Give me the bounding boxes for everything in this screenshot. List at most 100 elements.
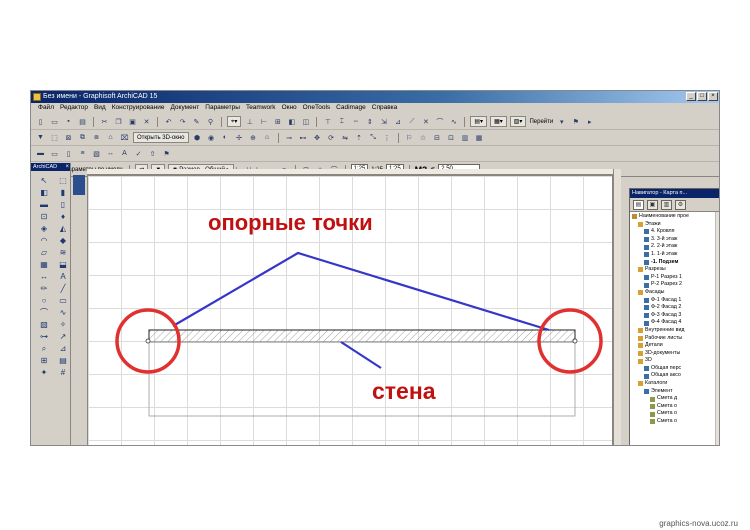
undo-icon[interactable]: ↶ bbox=[163, 117, 174, 127]
navigator-item[interactable]: 2. 2-й этаж bbox=[630, 243, 719, 251]
text-style-icon[interactable]: A bbox=[119, 149, 130, 159]
copy-icon[interactable]: ❐ bbox=[113, 117, 124, 127]
beam-tool-icon[interactable]: ▬ bbox=[36, 199, 52, 210]
navigator-item[interactable]: Р-1 Разрез 1 bbox=[630, 274, 719, 282]
detail-tool-icon[interactable]: ⊞ bbox=[36, 355, 52, 366]
zoom-combo-dropdown[interactable]: ▧▾ bbox=[509, 116, 527, 127]
selection-icon[interactable]: ⬚ bbox=[49, 133, 60, 143]
unlock-icon[interactable]: ⌧ bbox=[119, 133, 130, 143]
multiply-icon[interactable]: ⋮ bbox=[382, 133, 393, 143]
worksheet-tool-icon[interactable]: ▤ bbox=[55, 355, 71, 366]
lines-icon[interactable]: ≡ bbox=[77, 149, 88, 159]
menu-help[interactable]: Справка bbox=[369, 103, 401, 113]
grid-tool-icon[interactable]: # bbox=[55, 367, 71, 378]
favorites-icon[interactable]: ☆ bbox=[418, 133, 429, 143]
navigator-item[interactable]: Смета о bbox=[630, 403, 719, 411]
save-icon[interactable]: ▪ bbox=[63, 117, 74, 127]
navigator-item[interactable]: Смета д bbox=[630, 395, 719, 403]
menu-document[interactable]: Документ bbox=[167, 103, 202, 113]
navigator-item[interactable]: 3D-документы bbox=[630, 350, 719, 358]
menu-onetools[interactable]: OneTools bbox=[300, 103, 333, 113]
navigator-item[interactable]: 3. 3-й этаж bbox=[630, 236, 719, 244]
layout-book-icon[interactable]: ▥ bbox=[460, 133, 471, 143]
navigator-item[interactable]: Смета о bbox=[630, 418, 719, 426]
magic-wand-dropdown[interactable]: ⌖▾ bbox=[227, 116, 242, 127]
measure-icon[interactable]: ⊷ bbox=[298, 133, 309, 143]
line-tool-icon[interactable]: ╱ bbox=[55, 283, 71, 294]
lamp-tool-icon[interactable]: ✦ bbox=[36, 367, 52, 378]
roof-tool-icon[interactable]: ◭ bbox=[55, 223, 71, 234]
curve-icon[interactable]: ∿ bbox=[448, 117, 459, 127]
markup-icon[interactable]: ⚐ bbox=[404, 133, 415, 143]
navigator-item[interactable]: Р-2 Разрез 2 bbox=[630, 281, 719, 289]
close-button[interactable]: × bbox=[708, 92, 718, 101]
goto-button[interactable]: Перейти bbox=[529, 119, 553, 125]
navigator-item[interactable]: -1. Подзем bbox=[630, 259, 719, 267]
guide-icon[interactable]: ⊢ bbox=[258, 117, 269, 127]
figure-tool-icon[interactable]: ⊿ bbox=[55, 343, 71, 354]
layer-combo-dropdown[interactable]: ▤▾ bbox=[470, 116, 488, 127]
print-icon[interactable]: ▤ bbox=[77, 117, 88, 127]
minimize-button[interactable]: _ bbox=[686, 92, 696, 101]
mesh-tool-icon[interactable]: ▱ bbox=[36, 247, 52, 258]
navigator-item[interactable]: Наименование прое bbox=[630, 213, 719, 221]
navigator-item[interactable]: Разрезы bbox=[630, 266, 719, 274]
menu-teamwork[interactable]: Teamwork bbox=[243, 103, 279, 113]
object-tool-icon[interactable]: ♦ bbox=[55, 211, 71, 222]
grid-snap-icon[interactable]: ⊞ bbox=[272, 117, 283, 127]
trace-icon[interactable]: ◫ bbox=[300, 117, 311, 127]
layout-book-tab[interactable]: ▥ bbox=[661, 199, 672, 210]
navigator-item[interactable]: 3D bbox=[630, 357, 719, 365]
open-3d-window-button[interactable]: Открыть 3D-окно bbox=[133, 132, 189, 143]
distribute-icon[interactable]: ⇔ bbox=[350, 117, 361, 127]
explode-icon[interactable]: ✢ bbox=[234, 133, 245, 143]
intersect-icon[interactable]: ✕ bbox=[420, 117, 431, 127]
navigator-item[interactable]: Ф-3 Фасад 3 bbox=[630, 312, 719, 320]
menu-window[interactable]: Окно bbox=[279, 103, 300, 113]
stair-tool-icon[interactable]: ≋ bbox=[55, 247, 71, 258]
publisher-tab[interactable]: ⚙ bbox=[675, 199, 686, 210]
render-icon[interactable]: ◐ bbox=[220, 133, 231, 143]
arc-tool-icon[interactable]: ⌒ bbox=[36, 307, 52, 318]
navigator-item[interactable]: Общая перс bbox=[630, 365, 719, 373]
navigator-item[interactable]: Этажи bbox=[630, 221, 719, 229]
new-file-icon[interactable]: ▯ bbox=[35, 117, 46, 127]
ungroup-icon[interactable]: ⧈ bbox=[91, 133, 102, 143]
open-file-icon[interactable]: ▭ bbox=[49, 117, 60, 127]
section-tool-icon[interactable]: ⊶ bbox=[36, 331, 52, 342]
text-tool-icon[interactable]: A bbox=[55, 271, 71, 282]
view-map-tab[interactable]: ▣ bbox=[647, 199, 658, 210]
marquee-tool-icon[interactable]: ⬚ bbox=[55, 175, 71, 186]
report-icon[interactable]: ▦ bbox=[474, 133, 485, 143]
favorite-tool-icon[interactable]: ✓ bbox=[133, 149, 144, 159]
bring-front-icon[interactable]: ▭ bbox=[49, 149, 60, 159]
view-combo-dropdown[interactable]: ▦▾ bbox=[490, 116, 507, 127]
menu-file[interactable]: Файл bbox=[35, 103, 57, 113]
slab-tool-icon[interactable]: ◈ bbox=[36, 223, 52, 234]
redo-icon[interactable]: ↷ bbox=[177, 117, 188, 127]
curtain-wall-tool-icon[interactable]: ▦ bbox=[36, 259, 52, 270]
dimension-tool-icon[interactable]: ↔ bbox=[36, 271, 52, 282]
shell-tool-icon[interactable]: ◠ bbox=[36, 235, 52, 246]
elevation-tool-icon[interactable]: ↗ bbox=[55, 331, 71, 342]
cut-icon[interactable]: ✂ bbox=[99, 117, 110, 127]
camera-3d-icon[interactable]: ◉ bbox=[206, 133, 217, 143]
wall-tool-icon[interactable]: ◧ bbox=[36, 187, 52, 198]
find-icon[interactable]: ⊠ bbox=[63, 133, 74, 143]
orbit-icon[interactable]: ⊕ bbox=[248, 133, 259, 143]
menu-view[interactable]: Вид bbox=[91, 103, 109, 113]
column-tool-icon[interactable]: ▮ bbox=[55, 187, 71, 198]
camera-tool-icon[interactable]: ⌕ bbox=[36, 343, 52, 354]
maximize-button[interactable]: □ bbox=[697, 92, 707, 101]
rotate-icon[interactable]: ⟳ bbox=[326, 133, 337, 143]
zone-tool-icon[interactable]: ⬓ bbox=[55, 259, 71, 270]
project-map-tab[interactable]: ▤ bbox=[633, 199, 644, 210]
goto-arrow-icon[interactable]: ▾ bbox=[556, 117, 567, 127]
paste-icon[interactable]: ▣ bbox=[127, 117, 138, 127]
offset-icon[interactable]: ⇲ bbox=[378, 117, 389, 127]
window-tool-icon[interactable]: ⊡ bbox=[36, 211, 52, 222]
box-3d-icon[interactable]: ⬢ bbox=[192, 133, 203, 143]
arrange-icon[interactable]: ⇧ bbox=[147, 149, 158, 159]
snap-icon[interactable]: ⊥ bbox=[244, 117, 255, 127]
walk-icon[interactable]: ⚑ bbox=[570, 117, 581, 127]
